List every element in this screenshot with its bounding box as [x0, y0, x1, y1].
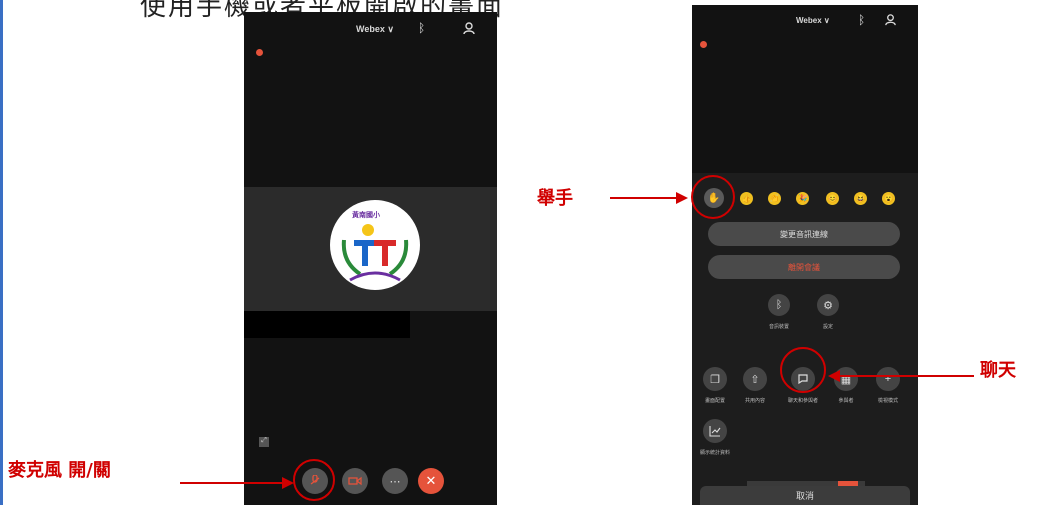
more-button[interactable]: ⋯	[382, 468, 408, 494]
chat-highlight-circle	[780, 347, 826, 393]
bluetooth-icon[interactable]: ᛒ	[858, 13, 865, 27]
settings-button[interactable]: ⚙	[817, 294, 839, 316]
statistics-button[interactable]	[703, 419, 727, 443]
view-mode-label: 檢視模式	[877, 398, 898, 404]
mic-annotation-label: 麥克風 開/關	[8, 460, 111, 481]
app-switcher[interactable]: Webex ∨	[796, 16, 830, 25]
camera-button[interactable]	[342, 468, 368, 494]
reaction-celebrate[interactable]: 🎉	[796, 192, 809, 205]
slide-left-border	[0, 0, 3, 505]
raise-hand-arrow-head	[676, 192, 688, 204]
name-bar	[244, 311, 410, 338]
audio-device-label: 音訊裝置	[768, 324, 789, 330]
share-button[interactable]: ⇧	[743, 367, 767, 391]
reaction-surprised[interactable]: 😮	[882, 192, 895, 205]
participants-label: 參與者	[838, 398, 854, 404]
reaction-smile[interactable]: 😊	[826, 192, 839, 205]
reaction-thumbs-up[interactable]: 👍	[740, 192, 753, 205]
reaction-laugh[interactable]: 😆	[854, 192, 867, 205]
mic-highlight-circle	[293, 459, 335, 501]
app-switcher[interactable]: Webex ∨	[356, 24, 394, 35]
audio-device-button[interactable]: ᛒ	[768, 294, 790, 316]
cancel-button[interactable]: 取消	[700, 486, 910, 505]
raise-hand-highlight-circle	[691, 175, 735, 219]
layout-button[interactable]: ❐	[703, 367, 727, 391]
raise-hand-arrow-line	[610, 197, 678, 199]
action-sheet: ✋ 👍 👏 🎉 😊 😆 😮 變更音訊連線 離開會議 ᛒ 音訊裝置 ⚙ 設定 ❐ …	[692, 173, 918, 505]
change-audio-button[interactable]: 變更音訊連線	[708, 222, 900, 246]
mic-arrow-line	[180, 482, 284, 484]
chat-annotation-label: 聊天	[980, 360, 1016, 381]
chat-arrow-line	[838, 375, 974, 377]
statistics-label: 顯示統計資料	[699, 450, 730, 456]
reaction-clap[interactable]: 👏	[768, 192, 781, 205]
left-phone-screen: Webex ∨ ᛒ 黃南國小 ⤢ ⋯ ✕	[244, 12, 497, 505]
video-icon	[348, 476, 362, 486]
stats-icon	[709, 426, 721, 437]
right-phone-screen: Webex ∨ ᛒ ✋ 👍 👏 🎉 😊 😆 😮 變更音訊連線 離開會議 ᛒ 音訊…	[692, 5, 918, 505]
people-icon[interactable]	[884, 13, 897, 31]
school-logo: 黃南國小	[330, 200, 420, 290]
recording-indicator	[256, 49, 263, 56]
layout-label: 畫面配置	[704, 398, 725, 404]
share-label: 共用內容	[744, 398, 765, 404]
leave-button[interactable]: ✕	[418, 468, 444, 494]
people-icon[interactable]	[462, 21, 476, 40]
raise-hand-annotation-label: 舉手	[537, 188, 573, 209]
mic-arrow-head	[282, 477, 294, 489]
bluetooth-icon[interactable]: ᛒ	[418, 21, 425, 35]
chat-label: 聊天和參與者	[787, 398, 818, 404]
settings-label: 設定	[822, 324, 833, 330]
leave-meeting-button[interactable]: 離開會議	[708, 255, 900, 279]
self-view-toggle[interactable]: ⤢	[259, 437, 269, 447]
view-mode-button[interactable]: +	[876, 367, 900, 391]
recording-indicator	[700, 41, 707, 48]
